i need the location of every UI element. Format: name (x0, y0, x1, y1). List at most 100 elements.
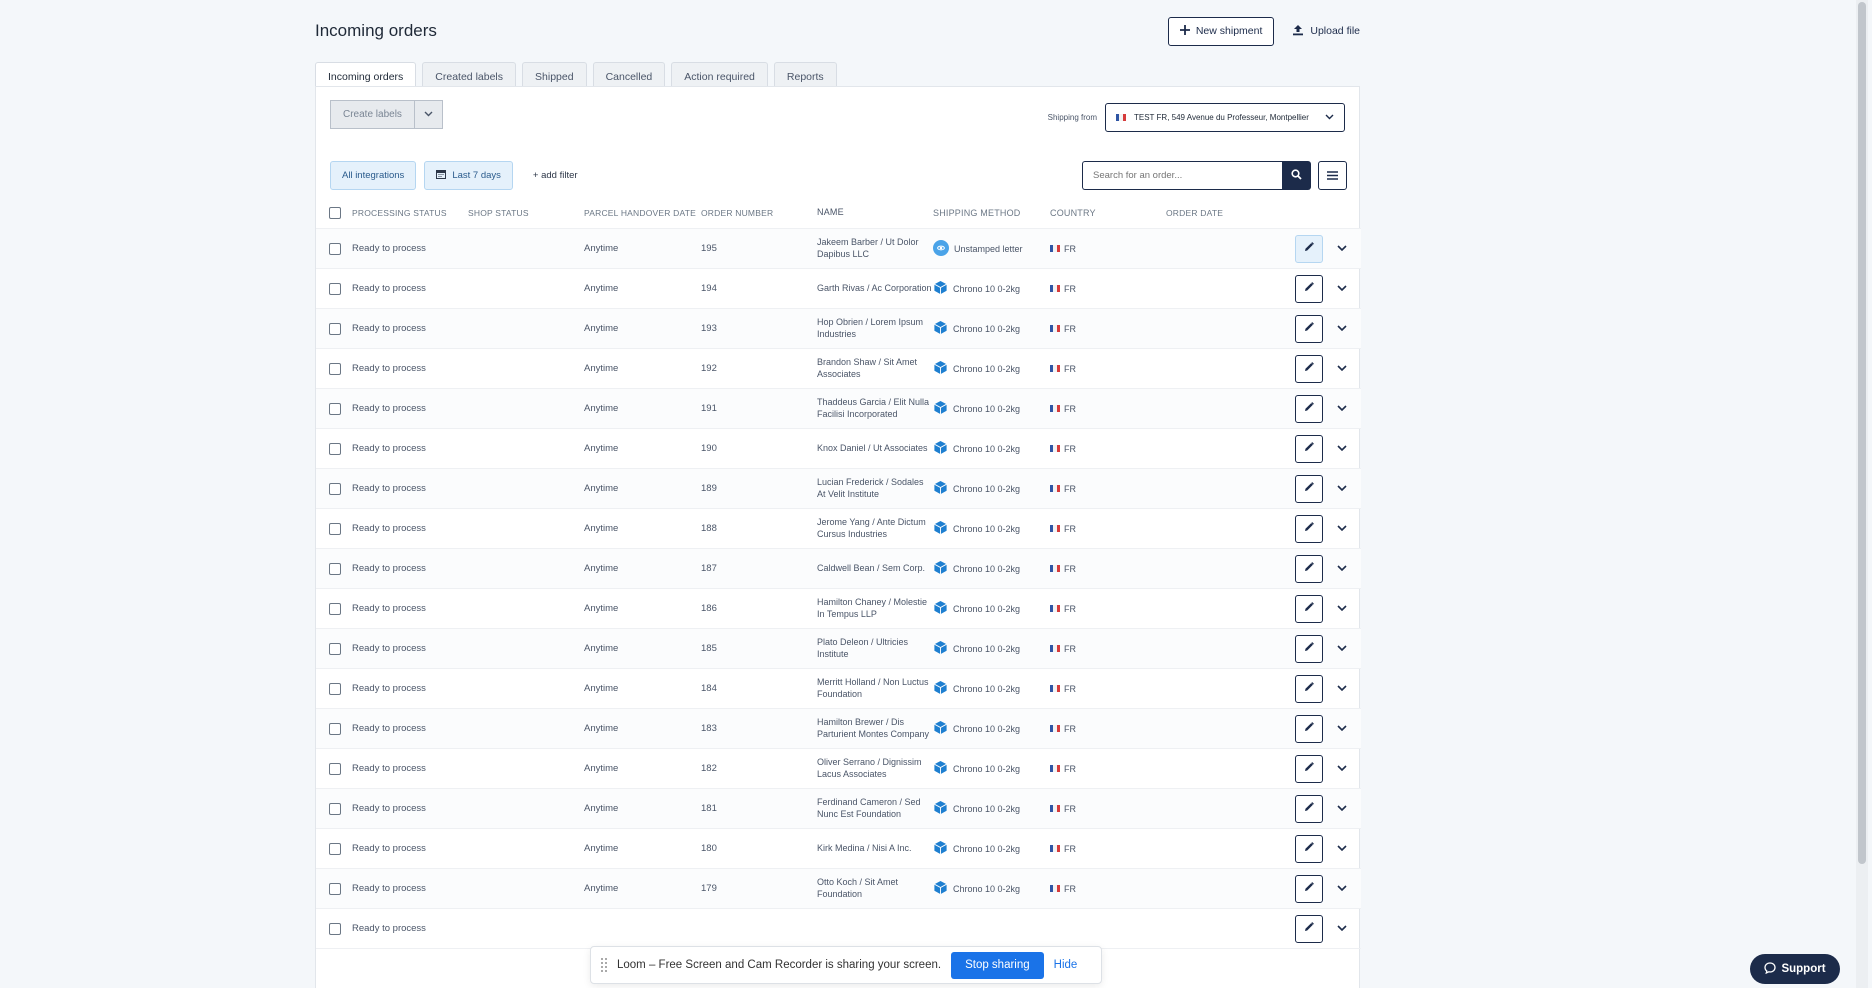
row-checkbox[interactable] (329, 922, 341, 935)
integrations-filter[interactable]: All integrations (330, 161, 417, 190)
expand-row-button[interactable] (1337, 403, 1347, 414)
header-processing-status[interactable]: PROCESSING STATUS (352, 208, 468, 218)
edit-order-button[interactable] (1295, 754, 1323, 783)
edit-order-button[interactable] (1295, 434, 1323, 463)
edit-order-button[interactable] (1295, 794, 1323, 823)
table-row[interactable]: Ready to process Anytime 194 Garth Rivas / … (316, 269, 1361, 309)
edit-order-button[interactable] (1295, 714, 1323, 743)
table-row[interactable]: Ready to process Anytime 183 Hamilton Brewe… (316, 709, 1361, 749)
chevron-down-icon (1337, 363, 1347, 374)
edit-order-button[interactable] (1295, 634, 1323, 663)
row-checkbox[interactable] (329, 722, 341, 735)
edit-order-button[interactable] (1295, 394, 1323, 423)
create-labels-dropdown-toggle[interactable] (414, 100, 443, 129)
add-filter-link[interactable]: + add filter (533, 170, 578, 181)
upload-file-button[interactable]: Upload file (1292, 24, 1360, 39)
expand-row-button[interactable] (1337, 803, 1347, 814)
table-row[interactable]: Ready to process Anytime 187 Caldwell Bean … (316, 549, 1361, 589)
row-checkbox[interactable] (329, 442, 341, 455)
expand-row-button[interactable] (1337, 883, 1347, 894)
row-checkbox[interactable] (329, 642, 341, 655)
row-checkbox[interactable] (329, 562, 341, 575)
hide-button[interactable]: Hide (1054, 959, 1078, 971)
header-shop-status[interactable]: SHOP STATUS (468, 208, 584, 218)
expand-row-button[interactable] (1337, 283, 1347, 294)
table-row[interactable]: Ready to process Anytime 186 Hamilton Chane… (316, 589, 1361, 629)
edit-order-button[interactable] (1295, 594, 1323, 623)
edit-order-button[interactable] (1295, 514, 1323, 543)
row-checkbox[interactable] (329, 882, 341, 895)
table-row[interactable]: Ready to process Anytime 192 Brandon Shaw /… (316, 349, 1361, 389)
table-row[interactable]: Ready to process Anytime 180 Kirk Medina / … (316, 829, 1361, 869)
edit-order-button[interactable] (1295, 874, 1323, 903)
table-row[interactable]: Ready to process Anytime 189 Lucian Frederi… (316, 469, 1361, 509)
table-row[interactable]: Ready to process Anytime 184 Merritt Hollan… (316, 669, 1361, 709)
expand-row-button[interactable] (1337, 483, 1347, 494)
expand-row-button[interactable] (1337, 523, 1347, 534)
new-shipment-button[interactable]: New shipment (1167, 16, 1275, 46)
row-checkbox[interactable] (329, 682, 341, 695)
row-checkbox[interactable] (329, 362, 341, 375)
edit-order-button[interactable] (1295, 914, 1323, 943)
create-labels-button[interactable]: Create labels (330, 100, 415, 129)
edit-order-button[interactable] (1295, 834, 1323, 863)
table-row[interactable]: Ready to process Anytime 191 Thaddeus Garci… (316, 389, 1361, 429)
scrollbar-thumb[interactable] (1858, 2, 1866, 864)
page-scrollbar[interactable] (1856, 0, 1868, 988)
row-checkbox[interactable] (329, 602, 341, 615)
search-input[interactable] (1082, 161, 1282, 190)
header-shipping-method[interactable]: SHIPPING METHOD (933, 208, 1050, 218)
row-checkbox[interactable] (329, 842, 341, 855)
header-order-date[interactable]: ORDER DATE (1166, 208, 1276, 218)
table-row[interactable]: Ready to process Anytime 193 Hop Obrien / L… (316, 309, 1361, 349)
row-checkbox[interactable] (329, 762, 341, 775)
table-row[interactable]: Ready to process Anytime 181 Ferdinand Came… (316, 789, 1361, 829)
table-row[interactable]: Ready to process Anytime 179 Otto Koch / Si… (316, 869, 1361, 909)
expand-row-button[interactable] (1337, 843, 1347, 854)
header-country[interactable]: COUNTRY (1050, 208, 1166, 218)
expand-row-button[interactable] (1337, 363, 1347, 374)
edit-order-button[interactable] (1295, 314, 1323, 343)
table-row[interactable]: Ready to process Anytime 188 Jerome Yang / … (316, 509, 1361, 549)
select-all-checkbox[interactable] (329, 206, 341, 219)
row-checkbox[interactable] (329, 282, 341, 295)
expand-row-button[interactable] (1337, 563, 1347, 574)
support-button[interactable]: Support (1750, 954, 1840, 984)
row-checkbox[interactable] (329, 322, 341, 335)
row-checkbox[interactable] (329, 522, 341, 535)
search-button[interactable] (1282, 161, 1311, 190)
table-row[interactable]: Ready to process Anytime 195 Jakeem Barber … (316, 229, 1361, 269)
header-order-number[interactable]: ORDER NUMBER (701, 208, 817, 218)
row-checkbox[interactable] (329, 482, 341, 495)
expand-row-button[interactable] (1337, 443, 1347, 454)
expand-row-button[interactable] (1337, 763, 1347, 774)
expand-row-button[interactable] (1337, 923, 1347, 934)
edit-order-button[interactable] (1295, 274, 1323, 303)
drag-handle-icon[interactable] (601, 958, 607, 972)
row-checkbox[interactable] (329, 802, 341, 815)
table-row[interactable]: Ready to process Anytime 190 Knox Daniel / … (316, 429, 1361, 469)
header-name[interactable]: NAME (817, 207, 933, 219)
expand-row-button[interactable] (1337, 723, 1347, 734)
edit-order-button[interactable] (1295, 234, 1323, 263)
edit-order-button[interactable] (1295, 554, 1323, 583)
expand-row-button[interactable] (1337, 643, 1347, 654)
header-handover-date[interactable]: PARCEL HANDOVER DATE (584, 208, 701, 218)
edit-order-button[interactable] (1295, 474, 1323, 503)
shipping-from-select[interactable]: TEST FR, 549 Avenue du Professeur, Montp… (1105, 103, 1345, 132)
expand-row-button[interactable] (1337, 603, 1347, 614)
stop-sharing-button[interactable]: Stop sharing (951, 951, 1044, 979)
edit-order-button[interactable] (1295, 354, 1323, 383)
order-number: 189 (701, 483, 717, 494)
table-row[interactable]: Ready to process Anytime 185 Plato Deleon /… (316, 629, 1361, 669)
row-checkbox[interactable] (329, 242, 341, 255)
row-checkbox[interactable] (329, 402, 341, 415)
table-row[interactable]: Ready to process (316, 909, 1361, 949)
expand-row-button[interactable] (1337, 243, 1347, 254)
expand-row-button[interactable] (1337, 683, 1347, 694)
expand-row-button[interactable] (1337, 323, 1347, 334)
column-settings-button[interactable] (1318, 161, 1347, 190)
table-row[interactable]: Ready to process Anytime 182 Oliver Serrano… (316, 749, 1361, 789)
date-range-filter[interactable]: Last 7 days (424, 161, 513, 190)
edit-order-button[interactable] (1295, 674, 1323, 703)
